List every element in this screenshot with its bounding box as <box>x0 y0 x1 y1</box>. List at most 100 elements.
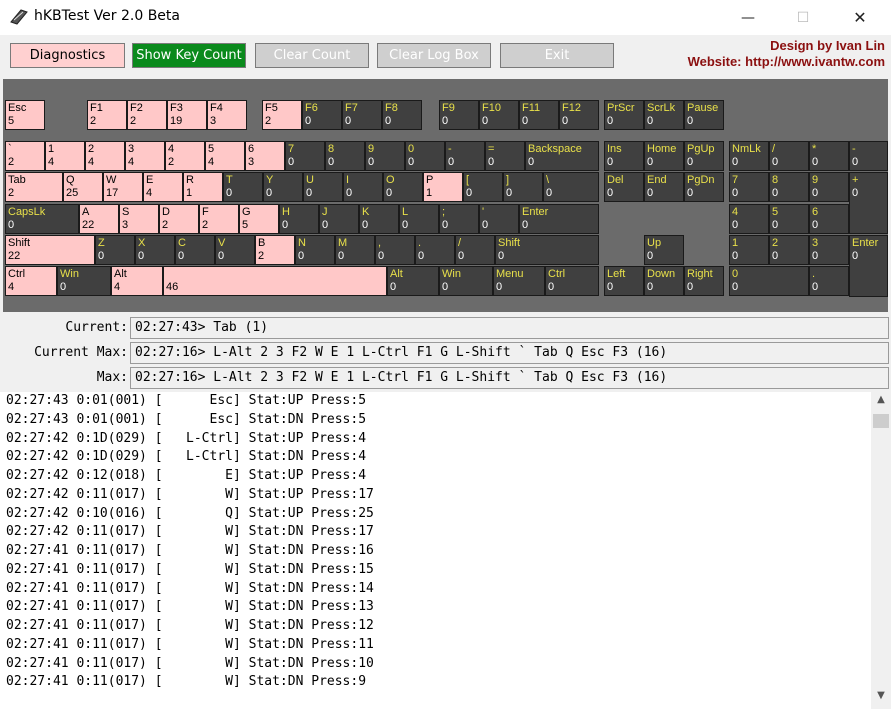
key-count: 0 <box>60 281 67 293</box>
key-p: P1 <box>423 172 463 202</box>
keyboard-app-icon <box>10 9 28 25</box>
scroll-thumb[interactable] <box>873 414 889 428</box>
key-count: 0 <box>386 187 393 199</box>
key-label: ] <box>506 174 510 186</box>
key-label: I <box>346 174 350 186</box>
minimize-button[interactable]: — <box>725 0 771 35</box>
exit-button[interactable]: Exit <box>500 43 614 68</box>
key-np1: 10 <box>729 235 769 265</box>
scroll-up-arrow-icon[interactable]: ▲ <box>871 394 891 410</box>
log-line: 02:27:43 0:01(001) [ Esc] Stat:UP Press:… <box>6 393 367 408</box>
key-prscr: PrScr 0 <box>604 100 644 130</box>
key-up: Up 0 <box>644 235 684 265</box>
key-label: Ctrl <box>548 268 566 280</box>
show-key-count-button[interactable]: Show Key Count <box>132 43 246 68</box>
key-m: M0 <box>335 235 375 265</box>
key-count: 0 <box>482 115 489 127</box>
key-label: X <box>138 237 146 249</box>
max-label: Max: <box>96 370 128 385</box>
key-backspace: Backspace 0 <box>525 141 599 171</box>
current-max-label: Current Max: <box>34 345 128 360</box>
key-d4: 42 <box>165 141 205 171</box>
key-count: 0 <box>408 156 415 168</box>
current-max-row: Current Max: 02:27:16> L-Alt 2 3 F2 W E … <box>0 342 891 364</box>
log-scrollbar[interactable]: ▲ ▼ <box>871 392 891 709</box>
key-count: 46 <box>166 281 179 293</box>
key-count: 0 <box>8 219 15 231</box>
key-count: 0 <box>362 219 369 231</box>
maximize-button[interactable]: ☐ <box>780 0 826 35</box>
scroll-down-arrow-icon[interactable]: ▼ <box>871 690 891 706</box>
key-count: 0 <box>852 156 859 168</box>
key-np6: 60 <box>809 204 849 234</box>
clear-count-button[interactable]: Clear Count <box>255 43 369 68</box>
key-d6: 63 <box>245 141 285 171</box>
key-count: 4 <box>8 281 15 293</box>
key-label: Ctrl <box>8 268 26 280</box>
key-label: 6 <box>248 143 255 155</box>
key-np-mul: * 0 <box>809 141 849 171</box>
current-max-field: 02:27:16> L-Alt 2 3 F2 W E 1 L-Ctrl F1 G… <box>130 342 889 364</box>
key-count: 0 <box>546 187 553 199</box>
log-line: 02:27:42 0:10(016) [ Q] Stat:UP Press:25 <box>6 505 374 521</box>
key-count: 0 <box>812 156 819 168</box>
key-count: 0 <box>562 115 569 127</box>
key-count: 0 <box>442 115 449 127</box>
key-f9: F9 0 <box>439 100 479 130</box>
key-np-sub: -0 <box>849 141 888 171</box>
log-box[interactable]: 02:27:43 0:01(001) [ Esc] Stat:UP Press:… <box>0 392 871 709</box>
key-d2: 24 <box>85 141 125 171</box>
key-label: 7 <box>288 143 295 155</box>
key-count: 0 <box>687 115 694 127</box>
close-button[interactable]: ✕ <box>837 0 883 35</box>
key-t: T0 <box>223 172 263 202</box>
key-label: Left <box>607 268 626 280</box>
key-label: F3 <box>170 102 183 114</box>
log-line: 02:27:42 0:1D(029) [ L-Ctrl] Stat:UP Pre… <box>6 430 367 446</box>
key-pause: Pause 0 <box>684 100 724 130</box>
key-label: Down <box>647 268 676 280</box>
key-label: F2 <box>130 102 143 114</box>
diagnostics-button[interactable]: Diagnostics <box>10 43 125 68</box>
log-line: 02:27:41 0:11(017) [ W] Stat:DN Press:9 <box>6 674 367 690</box>
key-count: 0 <box>732 187 739 199</box>
log-line: 02:27:41 0:11(017) [ W] Stat:DN Press:15 <box>6 561 374 577</box>
key-count: 0 <box>528 156 535 168</box>
key-right: Right 0 <box>684 266 724 296</box>
key-label: Shift <box>498 237 521 249</box>
key-count: 0 <box>506 187 513 199</box>
key-label: Z <box>98 237 105 249</box>
key-label: 1 <box>48 143 55 155</box>
key-label: ScrLk <box>647 102 676 114</box>
key-count: 4 <box>208 156 215 168</box>
key-label: A <box>82 206 90 218</box>
key-label: 5 <box>772 206 779 218</box>
clear-log-box-button[interactable]: Clear Log Box <box>377 43 491 68</box>
key-label: . <box>418 237 422 249</box>
key-count: 1 <box>426 187 433 199</box>
key-label: P <box>426 174 434 186</box>
key-count: 19 <box>170 115 183 127</box>
key-backtick: ` 2 <box>5 141 45 171</box>
key-count: 0 <box>548 281 555 293</box>
key-count: 4 <box>146 187 153 199</box>
key-count: 0 <box>288 156 295 168</box>
log-line: 02:27:41 0:11(017) [ W] Stat:DN Press:16 <box>6 543 374 558</box>
key-f7: F7 0 <box>342 100 382 130</box>
key-pgdn: PgDn 0 <box>684 172 724 202</box>
key-label: ` <box>8 143 12 155</box>
key-label: Alt <box>114 268 127 280</box>
key-label: D <box>162 206 170 218</box>
key-count: 5 <box>242 219 249 231</box>
key-count: 0 <box>178 250 185 262</box>
log-line: 02:27:43 0:01(001) [ Esc] Stat:DN Press:… <box>6 411 367 427</box>
key-label <box>166 268 386 281</box>
key-count: 0 <box>298 250 305 262</box>
key-count: 0 <box>466 187 473 199</box>
key-np8: 80 <box>769 172 809 202</box>
key-label: Win <box>442 268 461 280</box>
key-label: Alt <box>390 268 403 280</box>
key-label: F9 <box>442 102 455 114</box>
key-label: ' <box>482 206 485 218</box>
key-label: Right <box>687 268 713 280</box>
